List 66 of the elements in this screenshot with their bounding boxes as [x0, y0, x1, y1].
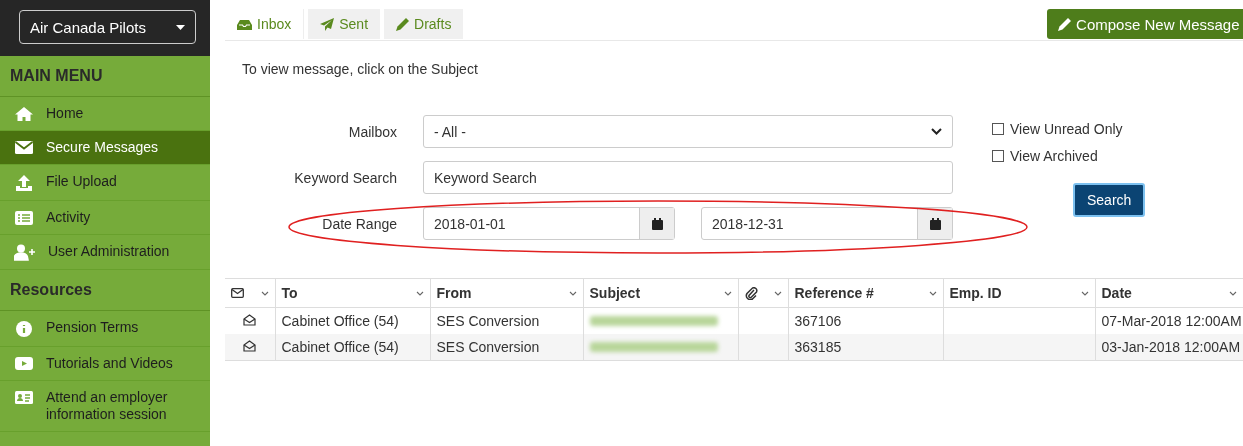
table-cell: 03-Jan-2018 12:00AM [1095, 334, 1243, 361]
upload-icon [14, 174, 34, 192]
checkbox[interactable] [992, 122, 1004, 135]
search-button[interactable]: Search [1073, 183, 1146, 217]
envelope-icon [14, 140, 34, 155]
envelope-icon [231, 288, 244, 298]
chevron-down-icon [260, 290, 269, 296]
menu-item[interactable]: Attend an employer information session [0, 381, 210, 432]
menu-heading: MAIN MENU [0, 56, 210, 97]
open-envelope-icon [243, 340, 257, 352]
column-header[interactable] [225, 278, 275, 308]
checkbox[interactable] [992, 149, 1004, 162]
chevron-down-icon [931, 128, 942, 135]
column-header[interactable]: Emp. ID [943, 278, 1095, 308]
play-icon [14, 356, 34, 371]
menu-item[interactable]: File Upload [0, 165, 210, 201]
pencil-icon [396, 17, 410, 31]
menu-item[interactable]: Secure Messages [0, 131, 210, 165]
tab[interactable]: Sent [308, 9, 381, 39]
mailbox-select[interactable]: - All - [423, 115, 953, 148]
id-card-icon [14, 390, 34, 405]
inbox-icon [237, 18, 252, 30]
chevron-down-icon [415, 290, 424, 296]
date-to-field[interactable]: 2018-12-31 [701, 207, 953, 240]
menu-heading: Resources [0, 270, 210, 311]
house-icon [14, 106, 34, 122]
chevron-down-icon [723, 290, 732, 296]
user-plus-icon [14, 244, 36, 261]
account-select[interactable]: Air Canada Pilots [19, 10, 196, 44]
calendar-icon [651, 217, 663, 230]
chevron-down-icon [568, 290, 577, 296]
paperclip-icon [744, 286, 758, 300]
chevron-down-icon [773, 290, 782, 296]
date-from-field[interactable]: 2018-01-01 [423, 207, 675, 240]
column-header[interactable]: Reference # [788, 278, 943, 308]
column-header[interactable]: Subject [583, 278, 738, 308]
column-header[interactable]: From [430, 278, 583, 308]
keyword-field[interactable]: Keyword Search [423, 161, 953, 194]
menu-item[interactable]: Pension Terms [0, 311, 210, 347]
instruction-text: To view message, click on the Subject [242, 61, 479, 77]
date-range-label: Date Range [321, 215, 397, 232]
pencil-icon [1058, 17, 1072, 31]
column-header[interactable]: Date [1095, 278, 1243, 308]
table-cell: 363185 [788, 334, 943, 361]
checkbox-option[interactable]: View Archived [992, 142, 1098, 169]
chevron-down-icon [928, 290, 937, 296]
table-cell: SES Conversion [430, 334, 583, 361]
open-envelope-icon [243, 314, 257, 326]
keyword-label: Keyword Search [293, 169, 397, 186]
column-header[interactable] [738, 278, 788, 308]
table-cell: Cabinet Office (54) [275, 334, 430, 361]
chevron-down-icon [1228, 290, 1237, 296]
column-header[interactable]: To [275, 278, 430, 308]
list-icon [14, 210, 34, 226]
paper-plane-icon [320, 17, 335, 31]
info-icon [14, 320, 34, 338]
calendar-icon [929, 217, 941, 230]
checkbox-option[interactable]: View Unread Only [992, 115, 1123, 142]
compose-button[interactable]: Compose New Message [1047, 9, 1243, 39]
menu-item[interactable]: Activity [0, 201, 210, 235]
menu-item[interactable]: Tutorials and Videos [0, 347, 210, 381]
caret-icon [176, 24, 185, 30]
chevron-down-icon [1080, 290, 1089, 296]
mailbox-label: Mailbox [347, 123, 397, 140]
menu-item[interactable]: User Administration [0, 235, 210, 270]
tab[interactable]: Drafts [384, 9, 464, 39]
